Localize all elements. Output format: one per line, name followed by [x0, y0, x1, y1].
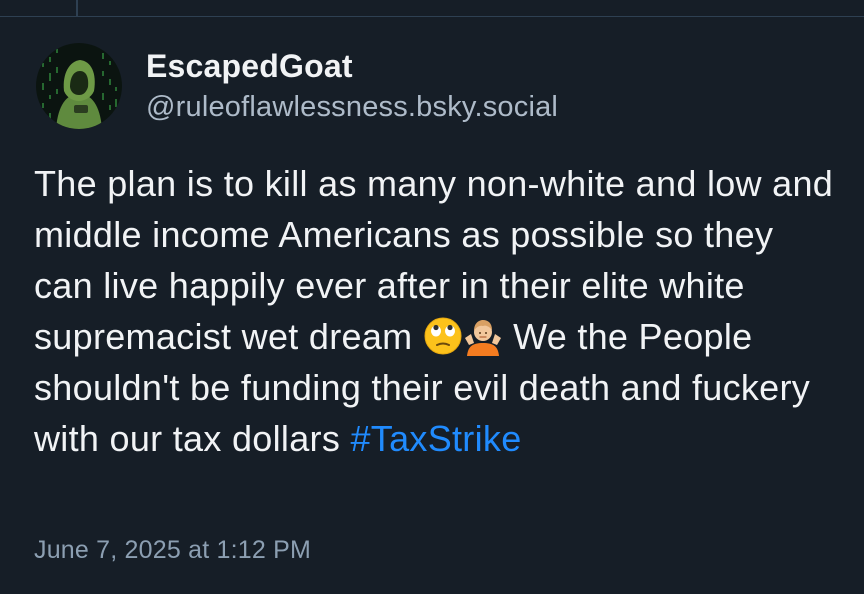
post-text: The plan is to kill as many non-white an… [34, 158, 834, 464]
thread-connector-line [76, 0, 78, 16]
hooded-hacker-avatar-icon [36, 43, 122, 129]
hashtag-link[interactable]: #TaxStrike [350, 418, 521, 459]
author-display-name[interactable]: EscapedGoat [146, 46, 558, 86]
eye-roll-emoji-icon [423, 316, 463, 356]
author-names: EscapedGoat @ruleoflawlessness.bsky.soci… [146, 46, 558, 126]
post-card[interactable]: EscapedGoat @ruleoflawlessness.bsky.soci… [0, 0, 864, 594]
author-handle[interactable]: @ruleoflawlessness.bsky.social [146, 88, 558, 126]
post-header: EscapedGoat @ruleoflawlessness.bsky.soci… [36, 43, 558, 129]
shrug-emoji-icon [463, 316, 503, 356]
post-timestamp[interactable]: June 7, 2025 at 1:12 PM [34, 536, 311, 565]
divider [0, 16, 864, 17]
avatar[interactable] [36, 43, 122, 129]
